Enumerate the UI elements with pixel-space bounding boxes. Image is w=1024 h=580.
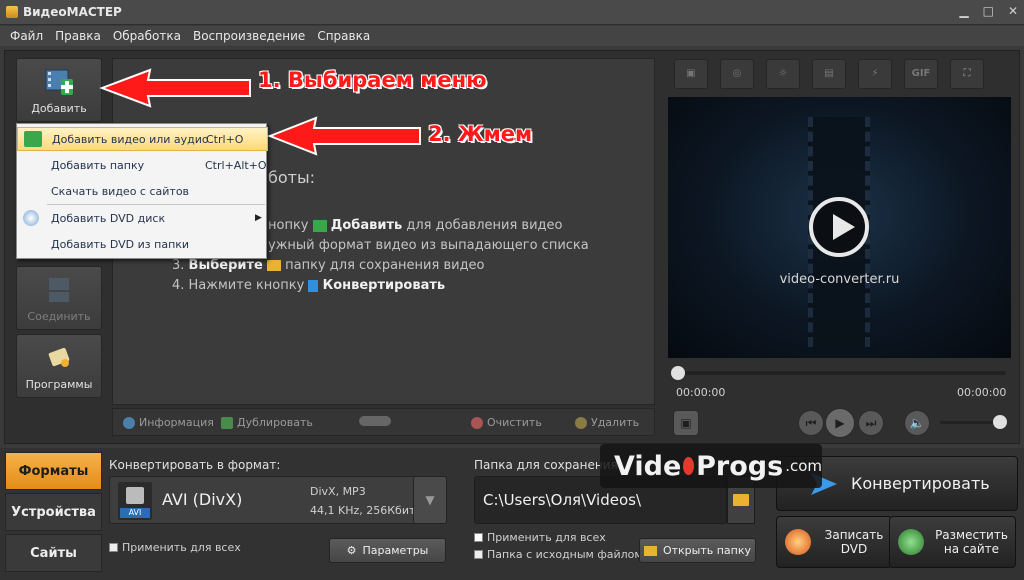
annotation-step2: 2. Жмем [428, 122, 533, 146]
watermark-logo: Vide Progs .com [600, 444, 822, 488]
watermark-play-icon [683, 457, 695, 475]
annotation-arrows [99, 68, 421, 156]
annotation-step1: 1. Выбираем меню [258, 68, 487, 92]
